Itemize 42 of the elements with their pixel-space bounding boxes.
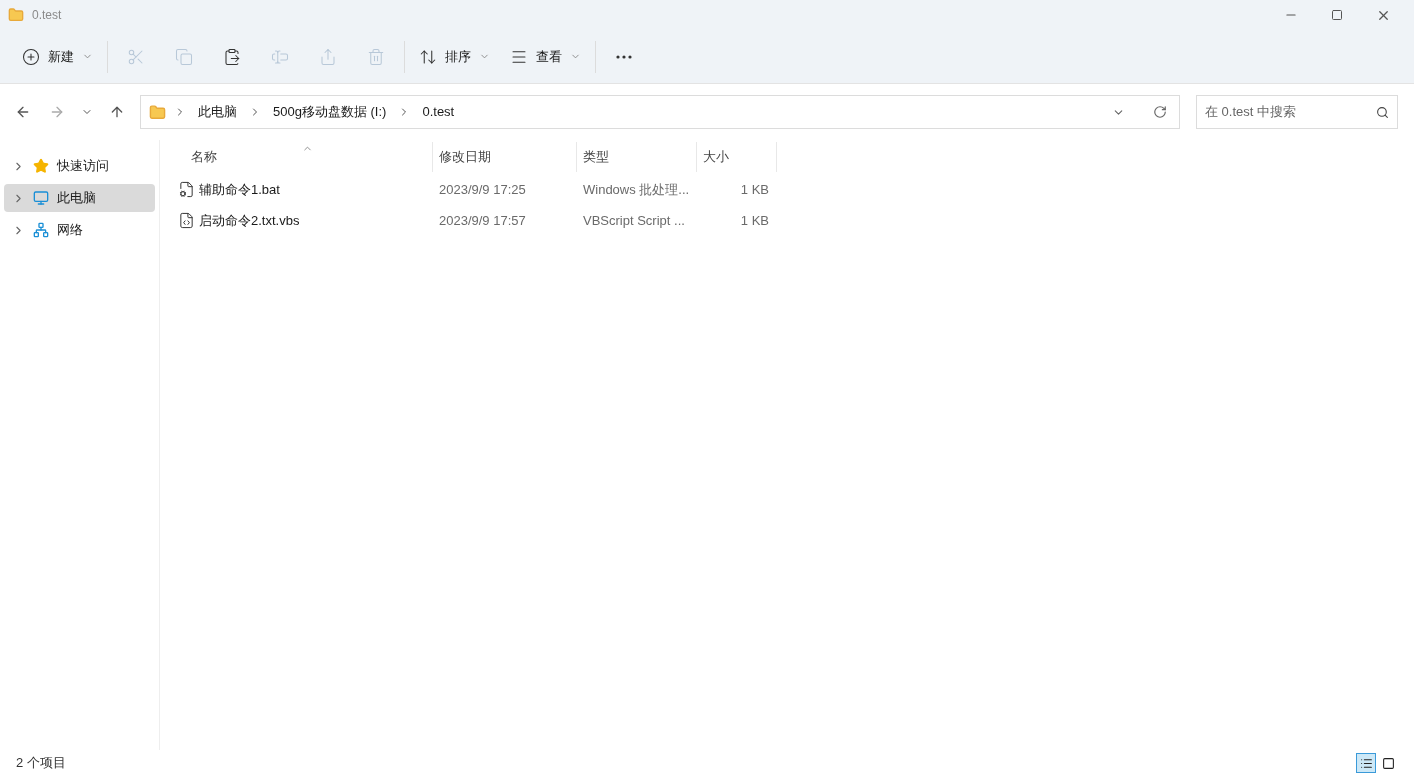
file-row[interactable]: 辅助命令1.bat 2023/9/9 17:25 Windows 批处理... 1 KB [176,174,1414,205]
breadcrumb[interactable]: 此电脑 [194,102,241,122]
sort-button[interactable]: 排序 [411,36,498,77]
search-input[interactable]: 在 0.test 中搜索 [1205,102,1376,122]
monitor-icon [33,190,49,206]
details-view-button[interactable] [1356,753,1376,773]
sidebar-item[interactable]: 网络 [4,216,155,244]
list-icon [1359,756,1373,770]
type-cell-text: VBScript Script ... [582,211,686,230]
size-cell-text: 1 KB [739,211,770,230]
breadcrumb[interactable]: 0.test [418,102,459,122]
star-icon [33,158,49,174]
network-icon [33,222,49,238]
sidebar-item[interactable]: 此电脑 [4,184,155,212]
forward-arrow-icon [49,104,65,120]
gear-file-icon [178,181,195,198]
folder-icon [8,7,24,23]
refresh-icon[interactable] [1153,105,1167,119]
window-title: 0.test [32,7,62,23]
column-header[interactable]: 大小 [697,142,777,172]
file-row[interactable]: 启动命令2.txt.vbs 2023/9/9 17:57 VBScript Script ... 1 KB [176,205,1414,236]
breadcrumb[interactable]: 500g移动盘数据 (I:) [269,102,391,122]
script-file-icon [178,212,195,229]
address-bar[interactable]: 此电脑 500g移动盘数据 (I:) 0.test [140,95,1180,129]
date-cell-text: 2023/9/9 17:25 [438,180,527,199]
new-button[interactable]: 新建 [14,36,101,77]
square-icon [1381,756,1395,770]
date-cell-text: 2023/9/9 17:57 [438,211,527,230]
type-cell-text: Windows 批处理... [582,180,691,199]
column-header[interactable]: 名称 [176,142,433,172]
column-header[interactable]: 修改日期 [433,142,577,172]
file-name: 辅助命令1.bat [199,180,280,199]
size-cell-text: 1 KB [739,180,770,199]
search-icon [1376,105,1389,119]
sidebar-item[interactable]: 快速访问 [4,152,155,180]
maximize-icon [1331,9,1343,21]
search-field[interactable]: 在 0.test 中搜索 [1196,95,1398,129]
folder-icon [149,103,166,121]
item-count: 2 个项目 [16,754,66,773]
column-header[interactable]: 类型 [577,142,697,172]
file-name: 启动命令2.txt.vbs [199,211,300,230]
view-button[interactable]: 查看 [502,36,589,77]
